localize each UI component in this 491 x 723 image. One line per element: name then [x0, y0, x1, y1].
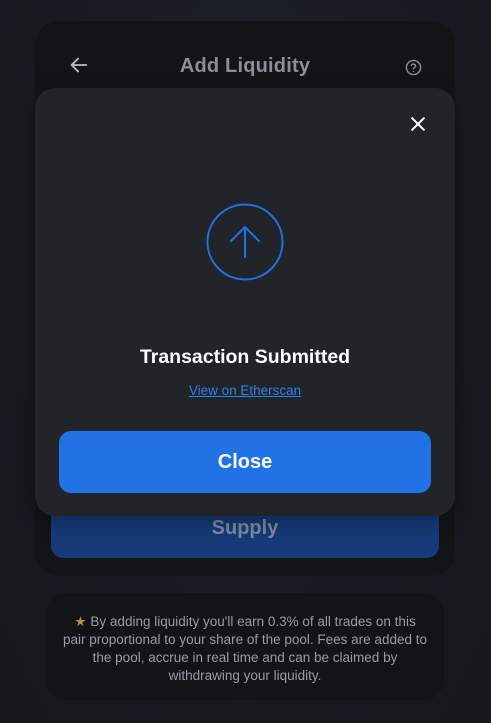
modal-title: Transaction Submitted — [139, 346, 351, 368]
arrow-up-circle-icon — [206, 203, 284, 281]
close-icon — [411, 117, 425, 131]
question-circle-icon — [405, 59, 421, 75]
page-title: Add Liquidity — [179, 55, 311, 77]
view-on-etherscan-link[interactable]: View on Etherscan — [35, 383, 455, 398]
liquidity-info-note: ★ By adding liquidity you'll earn 0.3% of… — [46, 593, 444, 700]
close-modal-button[interactable] — [407, 113, 429, 135]
close-button[interactable]: Close — [59, 431, 431, 493]
transaction-submitted-modal: Transaction Submitted View on Etherscan … — [35, 88, 455, 516]
star-icon: ★ — [74, 614, 87, 629]
info-text: By adding liquidity you'll earn 0.3% of … — [63, 614, 427, 683]
help-button[interactable] — [404, 58, 422, 76]
